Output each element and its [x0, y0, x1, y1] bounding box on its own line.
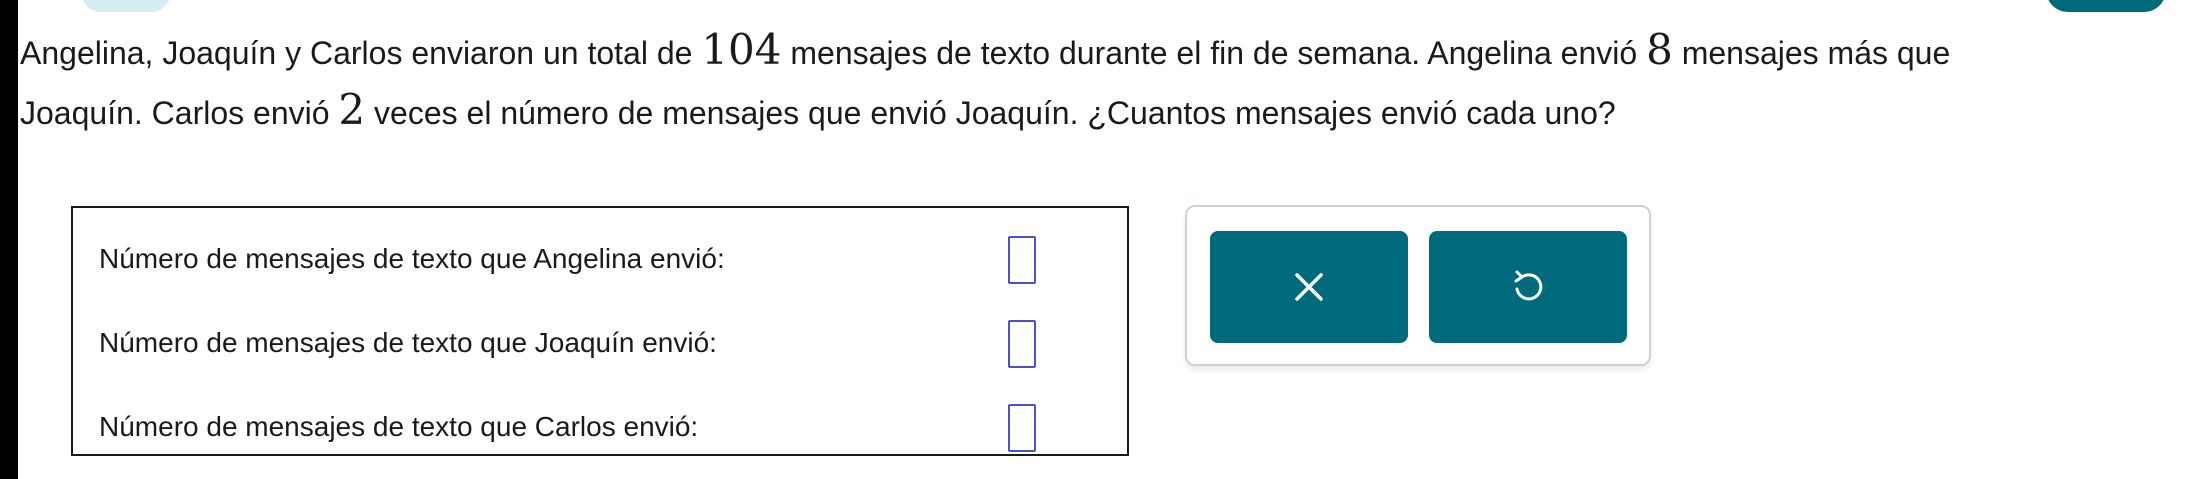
answer-row-carlos: Número de mensajes de texto que Carlos e…	[73, 396, 1127, 456]
math-total: 104	[701, 25, 782, 74]
answer-input-joaquin[interactable]	[1008, 320, 1036, 368]
page: Angelina, Joaquín y Carlos enviaron un t…	[0, 0, 2197, 479]
answer-input-carlos[interactable]	[1008, 404, 1036, 452]
problem-text: Angelina, Joaquín y Carlos enviaron un t…	[20, 35, 702, 71]
answer-row-joaquin: Número de mensajes de texto que Joaquín …	[73, 312, 1127, 372]
clear-button[interactable]	[1210, 231, 1408, 343]
problem-text: mensajes de texto durante el fin de sema…	[781, 35, 1647, 71]
answer-row-angelina: Número de mensajes de texto que Angelina…	[73, 228, 1127, 288]
answer-label-carlos: Número de mensajes de texto que Carlos e…	[99, 411, 699, 442]
problem-statement: Angelina, Joaquín y Carlos enviaron un t…	[20, 20, 2197, 140]
problem-line-2: Joaquín. Carlos envió 2 veces el número …	[20, 80, 2197, 140]
top-tab-left[interactable]	[82, 0, 170, 12]
top-tab-right[interactable]	[2046, 0, 2166, 12]
answer-box: Número de mensajes de texto que Angelina…	[71, 206, 1129, 456]
control-panel	[1185, 205, 1651, 366]
answer-input-angelina[interactable]	[1008, 236, 1036, 284]
left-edge-bar	[0, 0, 18, 479]
problem-line-1: Angelina, Joaquín y Carlos enviaron un t…	[20, 20, 2197, 80]
answer-label-joaquin: Número de mensajes de texto que Joaquín …	[99, 327, 717, 358]
problem-text: mensajes más que	[1672, 35, 1951, 71]
problem-text: veces el número de mensajes que envió Jo…	[365, 95, 1616, 131]
close-icon	[1295, 273, 1323, 301]
math-multiplier: 2	[338, 85, 366, 134]
undo-button[interactable]	[1429, 231, 1627, 343]
problem-text: Joaquín. Carlos envió	[20, 95, 339, 131]
undo-icon	[1514, 270, 1543, 301]
math-difference: 8	[1646, 25, 1673, 74]
answer-label-angelina: Número de mensajes de texto que Angelina…	[99, 243, 725, 274]
